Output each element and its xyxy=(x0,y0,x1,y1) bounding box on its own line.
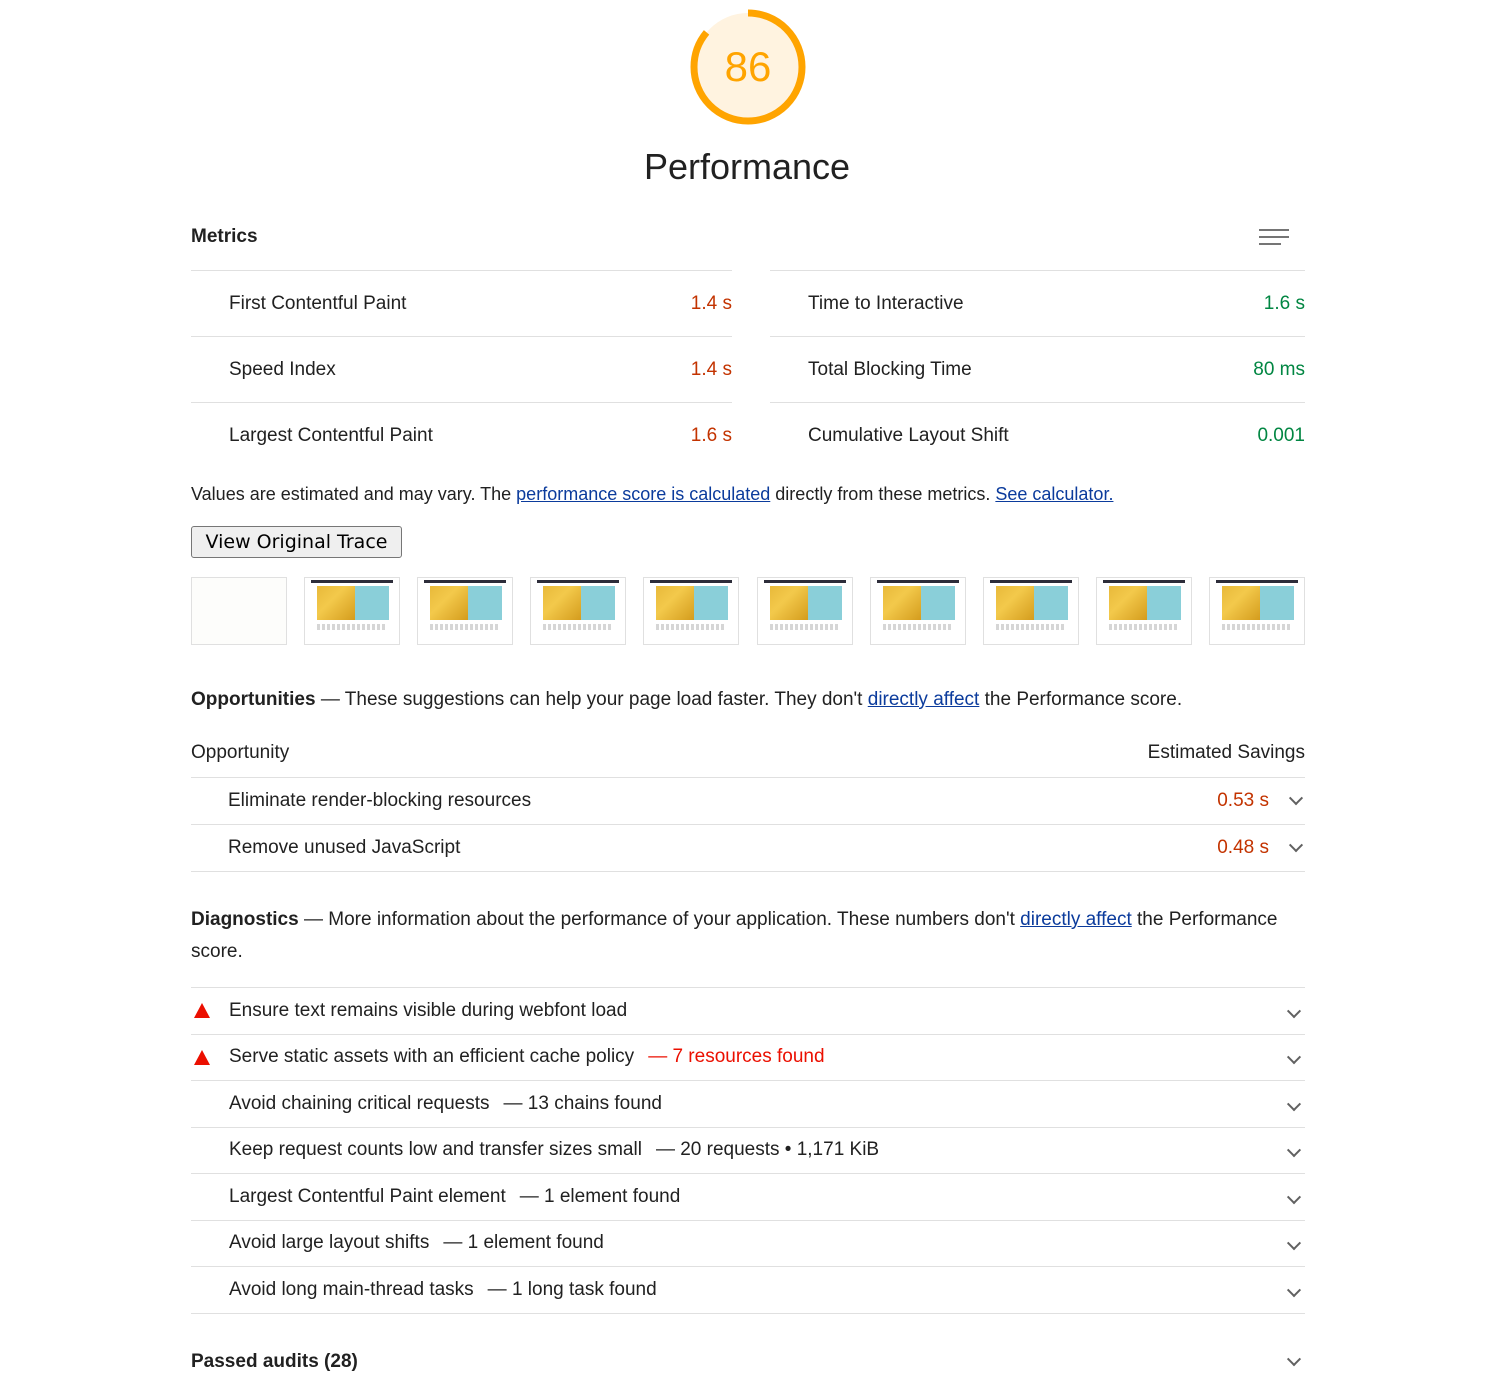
disclaimer-text: Values are estimated and may vary. The xyxy=(191,484,517,504)
filmstrip xyxy=(191,577,1305,645)
diagnostic-label: Keep request counts low and transfer siz… xyxy=(229,1139,642,1161)
diagnostics-directly-affect-link[interactable]: directly affect xyxy=(1020,909,1132,930)
passed-audits-label: Passed audits (28) xyxy=(191,1351,358,1372)
chevron-down-icon[interactable] xyxy=(1285,1144,1303,1162)
diagnostic-critical-requests[interactable]: Avoid chaining critical requests — 13 cha… xyxy=(191,1081,1305,1128)
filmstrip-frame xyxy=(417,577,514,645)
score-calculated-link[interactable]: performance score is calculated xyxy=(516,484,770,504)
chevron-down-icon[interactable] xyxy=(1285,1284,1303,1302)
opportunities-description: These suggestions can help your page loa… xyxy=(344,689,868,710)
category-title: Performance xyxy=(643,146,851,187)
filmstrip-frame xyxy=(191,577,287,645)
opportunity-column-header: Opportunity xyxy=(191,742,290,763)
chevron-down-icon[interactable] xyxy=(1285,1191,1303,1209)
diagnostic-label: Largest Contentful Paint element xyxy=(229,1185,506,1207)
chevron-down-icon[interactable] xyxy=(1285,1051,1303,1069)
chevron-down-icon[interactable] xyxy=(1285,1237,1303,1255)
opportunities-title: Opportunities xyxy=(191,689,316,710)
diagnostic-detail: — 13 chains found xyxy=(503,1092,662,1114)
diagnostic-detail: — 20 requests • 1,171 KiB xyxy=(655,1139,880,1161)
diagnostic-detail: — 7 resources found xyxy=(648,1046,825,1068)
chevron-down-icon[interactable] xyxy=(1285,1353,1303,1371)
metrics-grid: First Contentful Paint 1.4 s Time to Int… xyxy=(191,270,1305,468)
chevron-down-icon[interactable] xyxy=(1285,1098,1303,1116)
diagnostic-cache-policy[interactable]: Serve static assets with an efficient ca… xyxy=(191,1035,1305,1081)
diagnostic-detail: — 1 element found xyxy=(443,1232,604,1254)
chevron-down-icon[interactable] xyxy=(1287,792,1305,810)
metric-label: First Contentful Paint xyxy=(229,292,407,314)
metric-label: Time to Interactive xyxy=(808,292,964,314)
diagnostic-webfont-load[interactable]: Ensure text remains visible during webfo… xyxy=(191,988,1305,1035)
filmstrip-frame xyxy=(1208,577,1305,645)
score-value: 86 xyxy=(724,43,772,90)
passed-audits-toggle[interactable]: Passed audits (28) xyxy=(191,1346,1305,1378)
metric-label: Cumulative Layout Shift xyxy=(808,424,1009,446)
filmstrip-frame xyxy=(982,577,1079,645)
view-original-trace-button[interactable]: View Original Trace xyxy=(191,526,402,558)
metric-cumulative-layout-shift: Cumulative Layout Shift 0.001 xyxy=(770,402,1305,468)
opportunities-list: Eliminate render-blocking resources 0.53… xyxy=(191,778,1305,872)
disclaimer-text: directly from these metrics. xyxy=(770,484,991,504)
filmstrip-frame xyxy=(304,577,401,645)
metric-value: 0.001 xyxy=(1257,424,1305,446)
opportunities-dash: — xyxy=(315,689,345,710)
metric-first-contentful-paint: First Contentful Paint 1.4 s xyxy=(191,270,732,336)
metric-value: 80 ms xyxy=(1253,358,1305,380)
metric-value: 1.4 s xyxy=(690,358,732,380)
diagnostic-label: Serve static assets with an efficient ca… xyxy=(229,1046,635,1068)
diagnostic-long-tasks[interactable]: Avoid long main-thread tasks — 1 long tas… xyxy=(191,1267,1305,1314)
diagnostic-detail: — 1 long task found xyxy=(487,1278,657,1300)
diagnostics-dash: — xyxy=(298,909,329,930)
metric-value: 1.6 s xyxy=(690,424,732,446)
opportunity-savings: 0.48 s xyxy=(1217,837,1269,858)
opportunity-render-blocking[interactable]: Eliminate render-blocking resources 0.53… xyxy=(191,778,1305,825)
metric-label: Speed Index xyxy=(229,358,336,380)
diagnostics-list: Ensure text remains visible during webfo… xyxy=(191,987,1305,1314)
metrics-disclaimer: Values are estimated and may vary. The p… xyxy=(191,484,1305,505)
opportunities-column-headers: Opportunity Estimated Savings xyxy=(191,742,1305,778)
diagnostic-label: Ensure text remains visible during webfo… xyxy=(229,999,628,1021)
diagnostic-label: Avoid long main-thread tasks xyxy=(229,1278,474,1300)
warning-triangle-icon xyxy=(194,1049,210,1065)
diagnostic-label: Avoid large layout shifts xyxy=(229,1232,430,1254)
filmstrip-frame xyxy=(1095,577,1192,645)
estimated-savings-column-header: Estimated Savings xyxy=(1147,742,1305,763)
opportunities-header: Opportunities — These suggestions can he… xyxy=(191,684,1305,716)
metric-total-blocking-time: Total Blocking Time 80 ms xyxy=(770,336,1305,402)
filmstrip-frame xyxy=(756,577,853,645)
filmstrip-frame xyxy=(869,577,966,645)
metric-label: Total Blocking Time xyxy=(808,358,972,380)
diagnostic-layout-shifts[interactable]: Avoid large layout shifts — 1 element fou… xyxy=(191,1221,1305,1267)
opportunities-description-end: the Performance score. xyxy=(979,689,1183,710)
metrics-title: Metrics xyxy=(191,226,258,247)
diagnostics-header: Diagnostics — More information about the… xyxy=(191,904,1305,968)
diagnostics-title: Diagnostics xyxy=(191,909,299,930)
see-calculator-link[interactable]: See calculator. xyxy=(995,484,1113,504)
diagnostic-detail: — 1 element found xyxy=(519,1185,681,1207)
metric-value: 1.6 s xyxy=(1263,292,1305,314)
diagnostic-label: Avoid chaining critical requests xyxy=(229,1092,490,1114)
score-gauge: 86 xyxy=(689,8,807,126)
chevron-down-icon[interactable] xyxy=(1285,1005,1303,1023)
filmstrip-frame xyxy=(643,577,740,645)
metric-label: Largest Contentful Paint xyxy=(229,424,433,446)
opportunity-label: Remove unused JavaScript xyxy=(228,837,461,858)
metrics-header: Metrics xyxy=(191,222,1305,252)
metrics-view-toggle-icon[interactable] xyxy=(1259,225,1291,249)
diagnostics-description: More information about the performance o… xyxy=(328,909,1021,930)
diagnostic-request-counts[interactable]: Keep request counts low and transfer siz… xyxy=(191,1128,1305,1174)
warning-triangle-icon xyxy=(194,1003,210,1019)
filmstrip-frame xyxy=(530,577,627,645)
opportunity-unused-javascript[interactable]: Remove unused JavaScript 0.48 s xyxy=(191,825,1305,872)
opportunities-directly-affect-link[interactable]: directly affect xyxy=(868,689,980,710)
metric-time-to-interactive: Time to Interactive 1.6 s xyxy=(770,270,1305,336)
metric-value: 1.4 s xyxy=(690,292,732,314)
opportunity-savings: 0.53 s xyxy=(1217,790,1269,811)
diagnostic-lcp-element[interactable]: Largest Contentful Paint element — 1 elem… xyxy=(191,1174,1305,1221)
chevron-down-icon[interactable] xyxy=(1287,839,1305,857)
opportunity-label: Eliminate render-blocking resources xyxy=(228,790,532,811)
metric-speed-index: Speed Index 1.4 s xyxy=(191,336,732,402)
metric-largest-contentful-paint: Largest Contentful Paint 1.6 s xyxy=(191,402,732,468)
